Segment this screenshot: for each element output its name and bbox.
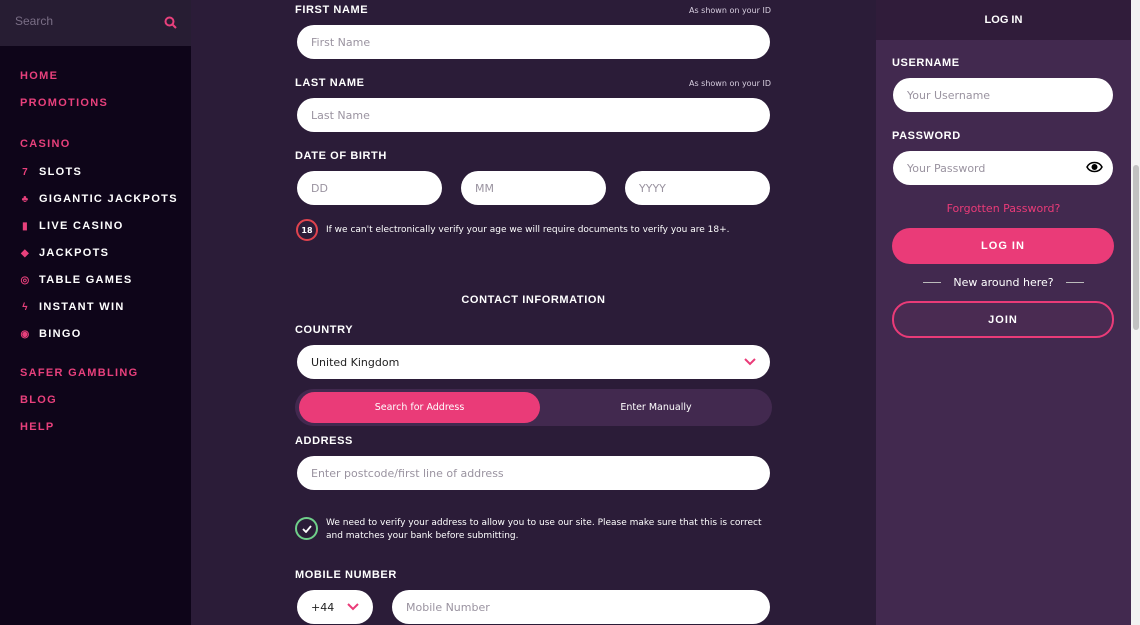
sidebar-item-safer-gambling[interactable]: SAFER GAMBLING (20, 367, 138, 379)
country-label: COUNTRY (295, 324, 354, 336)
sidebar-item-slots[interactable]: 7 SLOTS (20, 166, 82, 178)
sidebar-item-label: HOME (20, 70, 59, 82)
sidebar-item-label: PROMOTIONS (20, 97, 109, 109)
sidebar-item-home[interactable]: HOME (20, 70, 58, 82)
dob-year-input[interactable] (625, 171, 770, 205)
age-18-icon: 18 (296, 219, 318, 241)
country-code-value: +44 (311, 600, 335, 614)
first-name-input[interactable] (297, 25, 770, 59)
bingo-ball-icon: ◉ (20, 328, 31, 340)
sidebar-item-table-games[interactable]: ◎ TABLE GAMES (20, 274, 133, 286)
sidebar-item-label: JACKPOTS (39, 247, 110, 259)
join-button[interactable]: JOIN (892, 301, 1114, 338)
coins-icon: ♣ (21, 193, 30, 205)
username-label: USERNAME (892, 57, 960, 69)
sidebar-item-jackpots[interactable]: ◆ JACKPOTS (20, 247, 109, 259)
sidebar-item-label: SLOTS (39, 166, 83, 178)
sidebar-item-label: HELP (20, 421, 55, 433)
password-input[interactable] (893, 151, 1113, 185)
last-name-input[interactable] (297, 98, 770, 132)
sidebar-item-label: CASINO (20, 138, 71, 150)
sidebar-item-casino[interactable]: CASINO (20, 138, 71, 150)
mobile-label: MOBILE NUMBER (295, 569, 397, 581)
login-title: LOG IN (876, 0, 1131, 40)
diamond-icon: ◆ (21, 247, 30, 259)
country-value: United Kingdom (311, 355, 400, 369)
sidebar-item-label: BINGO (39, 328, 82, 340)
tab-enter-manually[interactable]: Enter Manually (540, 392, 772, 423)
sidebar-item-label: GIGANTIC JACKPOTS (39, 193, 178, 205)
sidebar-item-label: INSTANT WIN (39, 301, 125, 313)
first-name-hint: As shown on your ID (688, 6, 771, 15)
dob-day-input[interactable] (297, 171, 442, 205)
forgot-password-link[interactable]: Forgotten Password? (876, 202, 1131, 215)
new-here-text: New around here? (953, 276, 1054, 289)
last-name-label: LAST NAME (295, 77, 365, 89)
sidebar-item-blog[interactable]: BLOG (20, 394, 57, 406)
mobile-number-input[interactable] (392, 590, 770, 624)
login-button[interactable]: LOG IN (892, 228, 1114, 264)
card-icon: ▮ (22, 220, 29, 232)
first-name-label: FIRST NAME (295, 4, 369, 16)
chevron-down-icon (347, 603, 359, 611)
divider-line (1065, 282, 1084, 283)
sidebar-item-promotions[interactable]: PROMOTIONS (20, 97, 108, 109)
last-name-hint: As shown on your ID (688, 79, 771, 88)
search-input[interactable] (15, 14, 155, 28)
username-input[interactable] (893, 78, 1113, 112)
search-bar (0, 0, 191, 46)
sidebar-item-label: BLOG (20, 394, 57, 406)
sidebar-item-bingo[interactable]: ◉ BINGO (20, 328, 82, 340)
sidebar-item-label: TABLE GAMES (39, 274, 133, 286)
country-select[interactable]: United Kingdom (297, 345, 770, 379)
dob-label: DATE OF BIRTH (295, 150, 387, 162)
address-input[interactable] (297, 456, 770, 490)
eye-icon[interactable] (1086, 161, 1103, 173)
address-note: We need to verify your address to allow … (326, 518, 762, 541)
sidebar-item-gigantic-jackpots[interactable]: ♣ GIGANTIC JACKPOTS (20, 193, 178, 205)
age-note: If we can't electronically verify your a… (326, 225, 730, 235)
tab-search-for-address[interactable]: Search for Address (299, 392, 540, 423)
sidebar-item-label: SAFER GAMBLING (20, 367, 139, 379)
sidebar-item-label: LIVE CASINO (39, 220, 124, 232)
roulette-icon: ◎ (20, 274, 31, 286)
sidebar-item-live-casino[interactable]: ▮ LIVE CASINO (20, 220, 124, 232)
slot-seven-icon: 7 (22, 166, 29, 178)
sidebar-item-instant-win[interactable]: ϟ INSTANT WIN (20, 301, 125, 313)
new-here-divider: New around here? (876, 276, 1131, 289)
lightning-icon: ϟ (22, 301, 29, 313)
contact-heading: CONTACT INFORMATION (461, 294, 606, 306)
divider-line (923, 282, 942, 283)
sidebar-item-help[interactable]: HELP (20, 421, 55, 433)
scrollbar-thumb[interactable] (1133, 165, 1139, 330)
chevron-down-icon (744, 358, 756, 366)
dob-month-input[interactable] (461, 171, 606, 205)
country-code-select[interactable]: +44 (297, 590, 373, 624)
check-icon (295, 517, 318, 540)
password-label: PASSWORD (892, 130, 961, 142)
search-icon[interactable] (164, 16, 177, 29)
address-label: ADDRESS (295, 435, 353, 447)
